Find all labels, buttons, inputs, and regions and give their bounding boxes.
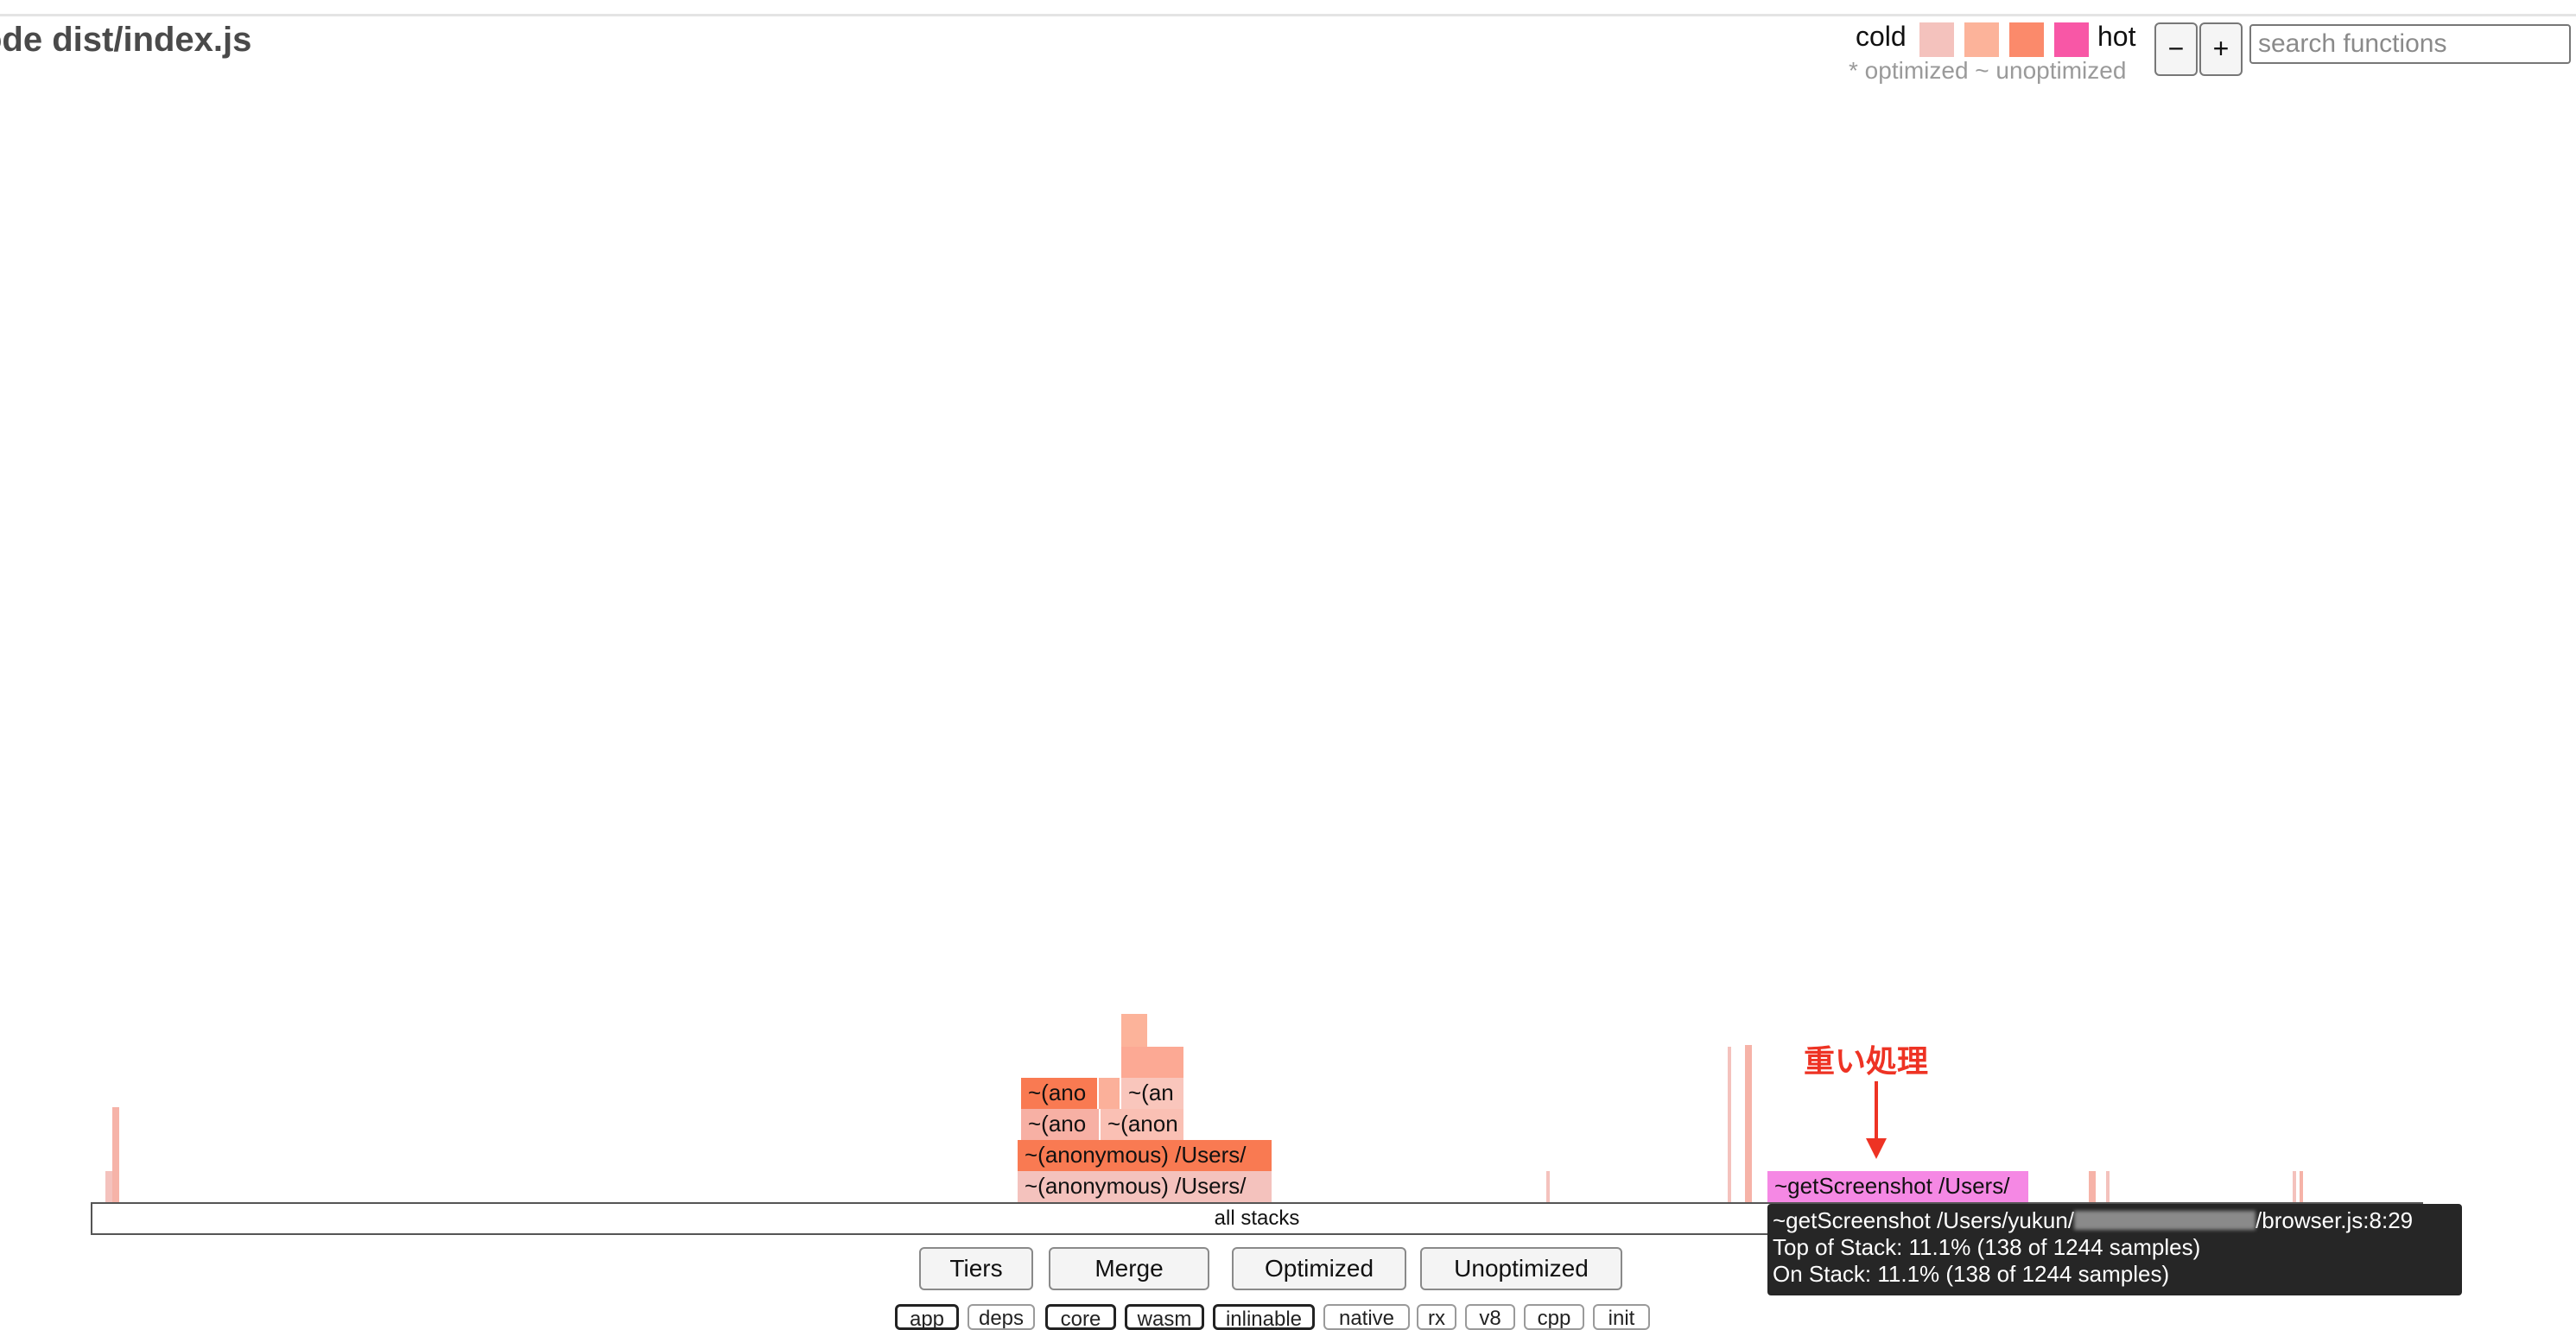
filter-v8-button[interactable]: v8	[1465, 1304, 1515, 1330]
frame-anonymous[interactable]: ~(an	[1121, 1078, 1183, 1109]
unoptimized-button[interactable]: Unoptimized	[1420, 1247, 1622, 1290]
frame-anonymous-root[interactable]: ~(anonymous) /Users/	[1018, 1171, 1272, 1202]
frame-thin[interactable]	[2106, 1171, 2110, 1202]
frame-thin[interactable]	[1546, 1171, 1550, 1202]
filter-core-button[interactable]: core	[1045, 1304, 1116, 1330]
filter-native-button[interactable]: native	[1323, 1304, 1410, 1330]
tooltip-on-stack: On Stack: 11.1% (138 of 1244 samples)	[1773, 1261, 2170, 1287]
tooltip-path-prefix: ~getScreenshot /Users/yukun/	[1773, 1207, 2075, 1233]
frame-thin[interactable]	[112, 1107, 119, 1202]
optimized-button[interactable]: Optimized	[1232, 1247, 1406, 1290]
frame-anonymous[interactable]: ~(ano	[1021, 1078, 1097, 1109]
annotation-label: 重い処理	[1804, 1043, 1929, 1079]
frame-thin[interactable]	[1121, 1047, 1183, 1078]
frame-thin[interactable]	[1745, 1045, 1752, 1202]
frame-thin[interactable]	[2089, 1171, 2096, 1202]
tooltip-path-suffix: /browser.js:8:29	[2256, 1207, 2414, 1233]
legend-swatch-cold	[1919, 22, 1954, 57]
filter-inlinable-button[interactable]: inlinable	[1213, 1304, 1315, 1330]
filter-init-button[interactable]: init	[1593, 1304, 1650, 1330]
zoom-out-button[interactable]: −	[2154, 22, 2198, 76]
top-divider	[0, 14, 2576, 16]
frame-anonymous[interactable]: ~(ano	[1021, 1109, 1099, 1140]
search-input[interactable]	[2249, 24, 2571, 64]
frame-thin[interactable]	[1121, 1014, 1147, 1047]
legend-note: * optimized ~ unoptimized	[1849, 57, 2127, 84]
legend-cold-label: cold	[1856, 21, 1907, 52]
redacted-path-segment	[2074, 1211, 2256, 1230]
frame-thin[interactable]	[2300, 1171, 2303, 1202]
tooltip-function-line: ~getScreenshot /Users/yukun/ /browser.js:…	[1773, 1207, 2457, 1234]
legend-hot-label: hot	[2097, 21, 2136, 52]
frame-tooltip: ~getScreenshot /Users/yukun/ /browser.js:…	[1767, 1204, 2462, 1295]
frame-thin[interactable]	[1728, 1047, 1731, 1202]
tooltip-top-of-stack: Top of Stack: 11.1% (138 of 1244 samples…	[1773, 1234, 2201, 1260]
filter-deps-button[interactable]: deps	[968, 1304, 1035, 1330]
filter-app-button[interactable]: app	[895, 1304, 959, 1330]
tiers-button[interactable]: Tiers	[919, 1247, 1033, 1290]
frame-anonymous[interactable]: ~(anonymous) /Users/	[1018, 1140, 1272, 1171]
merge-button[interactable]: Merge	[1049, 1247, 1209, 1290]
frame-thin[interactable]	[1099, 1078, 1120, 1109]
filter-cpp-button[interactable]: cpp	[1524, 1304, 1584, 1330]
annotation-arrow-icon	[1866, 1081, 1887, 1159]
filter-wasm-button[interactable]: wasm	[1125, 1304, 1204, 1330]
zoom-in-button[interactable]: +	[2199, 22, 2243, 76]
frame-anonymous[interactable]: ~(anon	[1101, 1109, 1183, 1140]
legend-swatch-hot	[2054, 22, 2089, 57]
legend-swatch-warm	[1964, 22, 1999, 57]
legend-swatch-hotter	[2009, 22, 2044, 57]
page-title: ode dist/index.js	[0, 21, 252, 59]
frame-getscreenshot[interactable]: ~getScreenshot /Users/	[1767, 1171, 2028, 1202]
frame-thin[interactable]	[2293, 1171, 2296, 1202]
filter-rx-button[interactable]: rx	[1417, 1304, 1456, 1330]
